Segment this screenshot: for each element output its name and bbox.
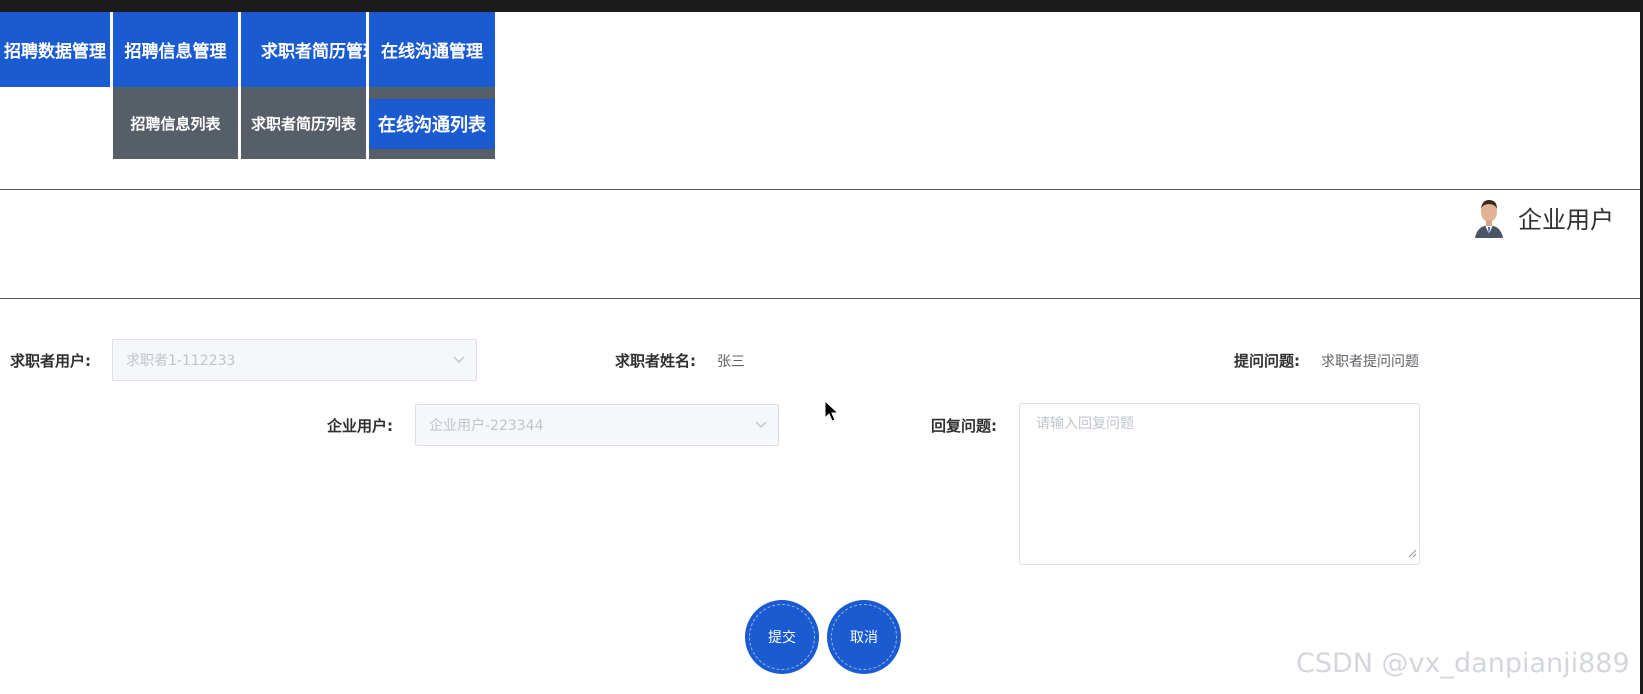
nav-menu-recruit-info[interactable]: 招聘信息管理 [113,12,238,87]
submenu-online-chat: 在线沟通列表 [369,87,495,159]
seeker-user-value: 求职者1-112233 [126,353,236,369]
company-user-select[interactable]: 企业用户-223344 [415,404,779,446]
submit-button[interactable]: 提交 [746,601,818,673]
company-user-label: 企业用户: [327,417,393,435]
header-divider [0,189,1640,190]
avatar [1472,196,1506,238]
cancel-button[interactable]: 取消 [828,601,900,673]
nav-menu-recruit-data[interactable]: 招聘数据管理 [0,12,110,87]
submenu-item-label: 求职者简历列表 [250,114,356,133]
user-info[interactable]: 企业用户 [1472,196,1614,238]
question-label: 提问问题: [1234,352,1300,370]
content-divider [0,298,1640,299]
seeker-name-label: 求职者姓名: [615,352,696,370]
window-top-bar [0,0,1643,12]
nav-menu-label: 在线沟通管理 [381,42,483,62]
cancel-label: 取消 [850,630,878,646]
reply-textarea[interactable]: 请输入回复问题 [1019,403,1420,565]
reply-label: 回复问题: [931,417,997,435]
chevron-down-icon [442,356,476,364]
reply-placeholder: 请输入回复问题 [1036,416,1134,432]
chevron-down-icon [744,421,778,429]
seeker-name-value: 张三 [717,354,745,370]
nav-menu-label: 招聘数据管理 [4,42,106,62]
nav-menu-label: 招聘信息管理 [124,42,227,62]
submenu-recruit-info: 招聘信息列表 [113,87,238,159]
seeker-user-label: 求职者用户: [10,352,91,370]
company-user-value: 企业用户-223344 [429,418,544,434]
seeker-user-select[interactable]: 求职者1-112233 [112,339,477,381]
mouse-cursor-icon [824,399,840,428]
user-name: 企业用户 [1518,205,1614,234]
nav-menu-online-chat[interactable]: 在线沟通管理 [369,12,495,87]
nav-menu-resume[interactable]: 求职者简历管理 [241,12,366,87]
nav-menu-label: 求职者简历管理 [261,42,366,62]
submenu-item-label: 招聘信息列表 [130,114,221,133]
resize-grip-icon[interactable] [1407,543,1417,562]
submenu-item-chat-list[interactable]: 在线沟通列表 [369,99,495,149]
submenu-item-recruit-list[interactable]: 招聘信息列表 [113,87,238,159]
submenu-resume: 求职者简历列表 [241,87,366,159]
submenu-item-label: 在线沟通列表 [378,115,486,136]
submit-label: 提交 [768,630,796,646]
submenu-item-resume-list[interactable]: 求职者简历列表 [241,87,366,159]
watermark: CSDN @vx_danpianji889 [1296,648,1630,679]
question-value: 求职者提问问题 [1321,354,1419,370]
